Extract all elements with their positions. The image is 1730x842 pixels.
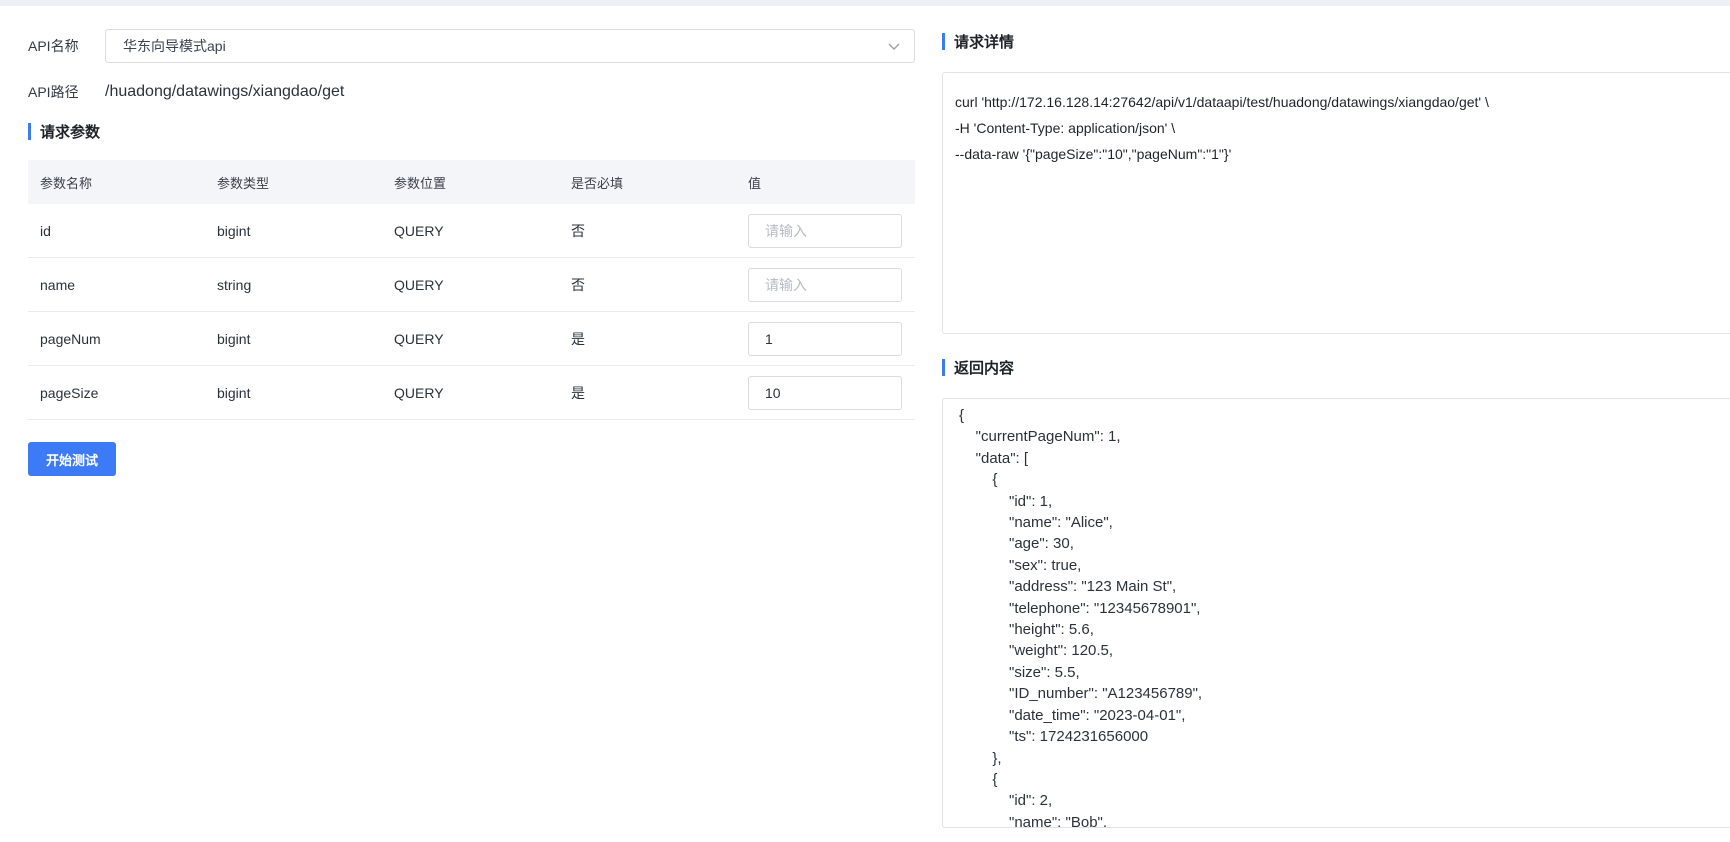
header-param-required: 是否必填 [559, 160, 736, 204]
param-value-input-pagenum[interactable] [748, 321, 902, 356]
param-name-cell: id [28, 204, 205, 258]
param-required-cell: 否 [559, 204, 736, 258]
response-title: 返回内容 [942, 356, 1730, 378]
response-line: "height": 5.6, [959, 621, 1094, 639]
response-panel[interactable]: { "currentPageNum": 1, "data": [ { "id":… [942, 398, 1730, 828]
header-param-name: 参数名称 [28, 160, 205, 204]
response-title-text: 返回内容 [954, 359, 1015, 377]
section-accent-bar [942, 358, 945, 376]
param-type-cell: bigint [205, 365, 382, 420]
response-line: "age": 30, [959, 535, 1074, 553]
response-line: "address": "123 Main St", [959, 578, 1177, 596]
params-table-header: 参数名称 参数类型 参数位置 是否必填 值 [28, 160, 915, 204]
response-line: "telephone": "12345678901", [959, 599, 1201, 617]
param-value-cell [736, 311, 915, 366]
request-params-title: 请求参数 [28, 120, 915, 142]
param-required-cell: 是 [559, 311, 736, 366]
param-value-input-pagesize[interactable] [748, 375, 902, 410]
param-name-cell: name [28, 257, 205, 312]
table-row: pageNum bigint QUERY 是 [28, 311, 915, 366]
top-strip [0, 0, 1730, 6]
param-type-cell: string [205, 257, 382, 312]
header-param-value: 值 [736, 160, 915, 204]
param-position-cell: QUERY [382, 311, 559, 366]
curl-line: --data-raw '{"pageSize":"10","pageNum":"… [955, 146, 1232, 162]
response-line: "name": "Bob", [959, 813, 1108, 828]
header-param-type: 参数类型 [205, 160, 382, 204]
header-param-position: 参数位置 [382, 160, 559, 204]
param-position-cell: QUERY [382, 257, 559, 312]
section-accent-bar [942, 32, 945, 50]
response-line: { [959, 770, 998, 788]
param-name-cell: pageNum [28, 311, 205, 366]
response-line: "currentPageNum": 1, [959, 428, 1121, 446]
api-name-select[interactable]: 华东向导模式api [105, 29, 915, 63]
left-column: API名称 华东向导模式api API路径 /huadong/datawings… [28, 28, 915, 476]
curl-line: curl 'http://172.16.128.14:27642/api/v1/… [955, 94, 1489, 110]
request-params-title-text: 请求参数 [40, 123, 101, 141]
response-line: { [959, 407, 965, 424]
param-type-cell: bigint [205, 311, 382, 366]
response-line: "name": "Alice", [959, 514, 1113, 532]
param-required-cell: 否 [559, 257, 736, 312]
section-accent-bar [28, 122, 31, 140]
param-required-cell: 是 [559, 365, 736, 420]
param-value-cell [736, 365, 915, 420]
response-line: { [959, 471, 998, 489]
response-line: "id": 1, [959, 492, 1053, 510]
response-line: "size": 5.5, [959, 663, 1080, 681]
table-row: name string QUERY 否 [28, 257, 915, 312]
api-name-row: API名称 华东向导模式api [28, 28, 915, 64]
param-type-cell: bigint [205, 204, 382, 258]
param-value-input-name[interactable] [748, 267, 902, 302]
params-table: 参数名称 参数类型 参数位置 是否必填 值 id bigint QUERY 否 … [28, 160, 915, 420]
param-value-input-id[interactable] [748, 213, 902, 248]
curl-panel[interactable]: curl 'http://172.16.128.14:27642/api/v1/… [942, 72, 1730, 334]
api-name-select-value: 华东向导模式api [123, 38, 226, 54]
response-line: "weight": 120.5, [959, 642, 1114, 660]
response-line: "data": [ [959, 449, 1029, 467]
response-line: }, [959, 749, 1002, 767]
param-position-cell: QUERY [382, 365, 559, 420]
api-path-label: API路径 [28, 84, 79, 100]
param-value-cell [736, 204, 915, 258]
response-line: "date_time": "2023-04-01", [959, 706, 1186, 724]
right-column: 请求详情 curl 'http://172.16.128.14:27642/ap… [942, 28, 1730, 828]
curl-line: -H 'Content-Type: application/json' \ [955, 120, 1176, 136]
request-detail-title-text: 请求详情 [954, 33, 1015, 51]
api-path-value: /huadong/datawings/xiangdao/get [105, 83, 345, 100]
response-line: "id": 2, [959, 792, 1053, 810]
response-line: "ts": 1724231656000 [959, 728, 1149, 746]
request-detail-title: 请求详情 [942, 30, 1730, 52]
param-position-cell: QUERY [382, 204, 559, 258]
param-name-cell: pageSize [28, 365, 205, 420]
param-value-cell [736, 257, 915, 312]
api-path-row: API路径 /huadong/datawings/xiangdao/get [28, 74, 915, 110]
response-line: "sex": true, [959, 556, 1082, 574]
table-row: id bigint QUERY 否 [28, 204, 915, 258]
table-row: pageSize bigint QUERY 是 [28, 365, 915, 420]
start-test-button[interactable]: 开始测试 [28, 442, 116, 476]
api-name-label: API名称 [28, 38, 79, 54]
chevron-down-icon[interactable] [886, 38, 902, 54]
response-line: "ID_number": "A123456789", [959, 685, 1203, 703]
